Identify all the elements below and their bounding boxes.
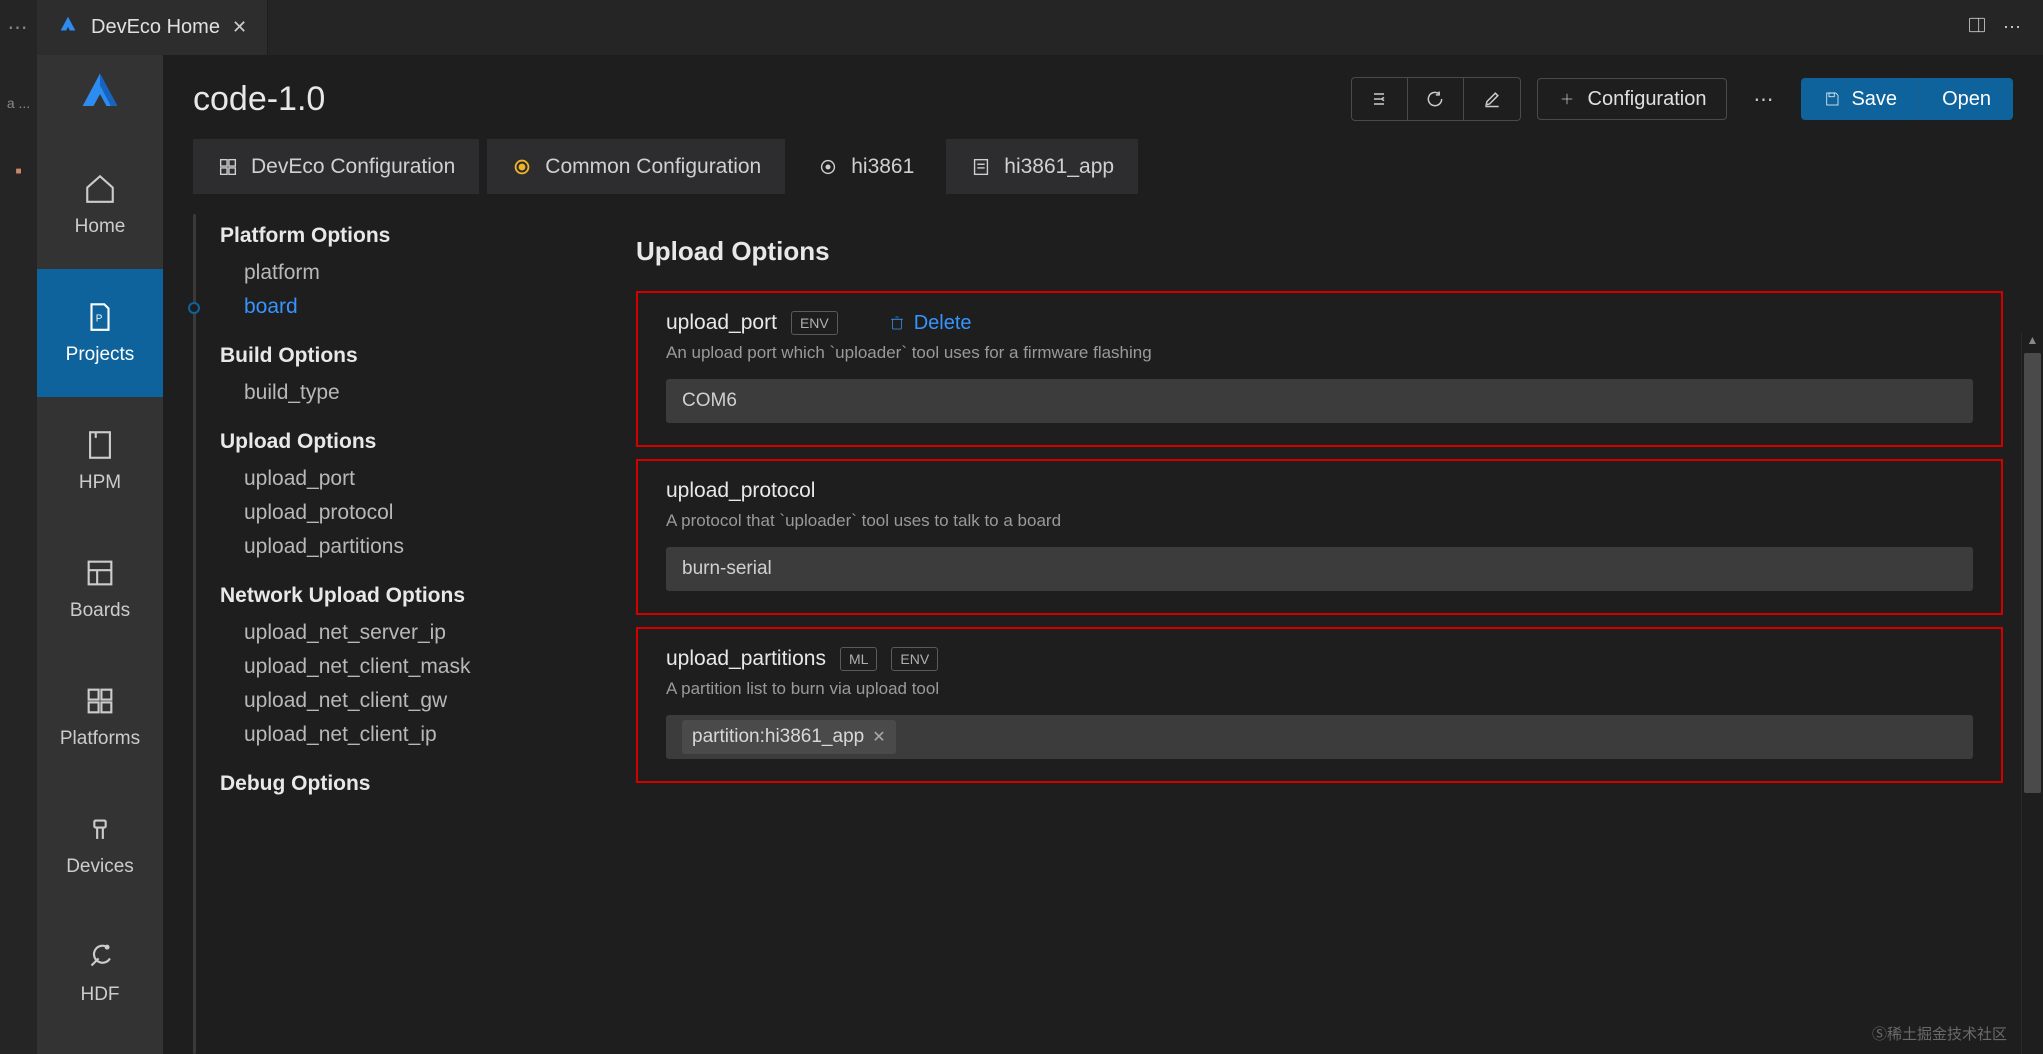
- tree-section-network[interactable]: Network Upload Options: [220, 584, 606, 608]
- tree-section-platform[interactable]: Platform Options: [220, 224, 606, 248]
- env-badge: ENV: [791, 311, 838, 335]
- project-title: code-1.0: [193, 80, 1335, 119]
- tree-item-net-client-ip[interactable]: upload_net_client_ip: [220, 718, 606, 752]
- gutter-dots-icon: ⋯: [8, 15, 30, 40]
- save-button[interactable]: Save: [1801, 78, 1920, 120]
- subtab-common-config[interactable]: Common Configuration: [487, 139, 785, 194]
- option-upload-port: upload_port ENV Delete An upload port wh…: [636, 291, 2003, 447]
- option-desc: A protocol that `uploader` tool uses to …: [666, 511, 1973, 531]
- activity-devices[interactable]: Devices: [37, 781, 163, 909]
- header-row: code-1.0 Configuration ⋯ Save: [163, 55, 2043, 139]
- scrollbar[interactable]: ▲: [2021, 333, 2043, 1054]
- upload-partitions-input[interactable]: partition:hi3861_app ✕: [666, 715, 1973, 759]
- configuration-button[interactable]: Configuration: [1537, 78, 1728, 120]
- activity-platforms[interactable]: Platforms: [37, 653, 163, 781]
- editor-area: code-1.0 Configuration ⋯ Save: [163, 55, 2043, 1054]
- subtab-row: DevEco Configuration Common Configuratio…: [163, 139, 2043, 194]
- open-button[interactable]: Open: [1920, 78, 2013, 120]
- option-upload-partitions: upload_partitions ML ENV A partition lis…: [636, 627, 2003, 783]
- split-editor-icon[interactable]: [1967, 15, 1987, 40]
- activity-projects[interactable]: P Projects: [37, 269, 163, 397]
- content-row: Platform Options platform board Build Op…: [163, 214, 2043, 1054]
- remove-token-icon[interactable]: ✕: [872, 727, 885, 747]
- option-desc: An upload port which `uploader` tool use…: [666, 343, 1973, 363]
- tab-deveco-home[interactable]: DevEco Home ✕: [37, 0, 268, 55]
- workspace: Home P Projects HPM Boards Platforms Dev…: [37, 55, 2043, 1054]
- deveco-logo-icon: [57, 14, 79, 42]
- tree-marker-icon: [188, 302, 200, 314]
- subtab-hi3861-app[interactable]: hi3861_app: [946, 139, 1138, 194]
- tree-panel: Platform Options platform board Build Op…: [200, 214, 606, 1054]
- more-icon[interactable]: ⋯: [2003, 17, 2023, 38]
- delete-button[interactable]: Delete: [888, 312, 972, 335]
- option-upload-protocol: upload_protocol A protocol that `uploade…: [636, 459, 2003, 615]
- option-title: upload_protocol: [666, 479, 815, 503]
- activity-bar: Home P Projects HPM Boards Platforms Dev…: [37, 55, 163, 1054]
- option-desc: A partition list to burn via upload tool: [666, 679, 1973, 699]
- tree-item-build-type[interactable]: build_type: [220, 376, 606, 410]
- toolbar-group: [1351, 77, 1521, 121]
- options-panel: Upload Options upload_port ENV Delete An…: [606, 214, 2013, 1054]
- svg-text:P: P: [96, 313, 103, 324]
- tree-item-net-server-ip[interactable]: upload_net_server_ip: [220, 616, 606, 650]
- upload-port-input[interactable]: COM6: [666, 379, 1973, 423]
- activity-hpm[interactable]: HPM: [37, 397, 163, 525]
- tree-section-upload[interactable]: Upload Options: [220, 430, 606, 454]
- tree-border: [193, 214, 196, 1054]
- tree-item-upload-port[interactable]: upload_port: [220, 462, 606, 496]
- left-gutter: ⋯ a ... ■: [0, 0, 37, 1054]
- close-icon[interactable]: ✕: [232, 17, 247, 38]
- scroll-thumb[interactable]: [2024, 353, 2041, 793]
- activity-boards[interactable]: Boards: [37, 525, 163, 653]
- tree-item-upload-protocol[interactable]: upload_protocol: [220, 496, 606, 530]
- tab-title: DevEco Home: [91, 16, 220, 39]
- refresh-icon[interactable]: [1408, 78, 1464, 120]
- tree-item-net-client-mask[interactable]: upload_net_client_mask: [220, 650, 606, 684]
- subtab-hi3861[interactable]: hi3861: [793, 139, 938, 194]
- activity-home[interactable]: Home: [37, 141, 163, 269]
- gutter-label-a: a ...: [7, 95, 30, 111]
- activity-hdf[interactable]: HDF: [37, 909, 163, 1037]
- watermark: Ⓢ稀土掘金技术社区: [1872, 1023, 2007, 1044]
- tree-section-debug[interactable]: Debug Options: [220, 772, 606, 796]
- option-title: upload_port: [666, 311, 777, 335]
- tree-section-build[interactable]: Build Options: [220, 344, 606, 368]
- option-title: upload_partitions: [666, 647, 826, 671]
- upload-protocol-input[interactable]: burn-serial: [666, 547, 1973, 591]
- gutter-marker: ■: [15, 166, 21, 177]
- scroll-up-icon[interactable]: ▲: [2022, 333, 2043, 347]
- tree-item-board[interactable]: board: [220, 290, 606, 324]
- tree-item-platform[interactable]: platform: [220, 256, 606, 290]
- header-more-icon[interactable]: ⋯: [1743, 87, 1785, 112]
- tree-item-upload-partitions[interactable]: upload_partitions: [220, 530, 606, 564]
- ml-badge: ML: [840, 647, 877, 671]
- primary-buttons: Save Open: [1801, 78, 2013, 120]
- partition-token: partition:hi3861_app ✕: [682, 720, 896, 754]
- brand-logo-icon: [74, 67, 126, 119]
- tree-item-net-client-gw[interactable]: upload_net_client_gw: [220, 684, 606, 718]
- editor-tabbar: DevEco Home ✕ ⋯: [37, 0, 2043, 55]
- outdent-icon[interactable]: [1352, 78, 1408, 120]
- edit-icon[interactable]: [1464, 78, 1520, 120]
- env-badge: ENV: [891, 647, 938, 671]
- options-heading: Upload Options: [636, 236, 2003, 267]
- subtab-deveco-config[interactable]: DevEco Configuration: [193, 139, 479, 194]
- main-column: DevEco Home ✕ ⋯ Home P Projects: [37, 0, 2043, 1054]
